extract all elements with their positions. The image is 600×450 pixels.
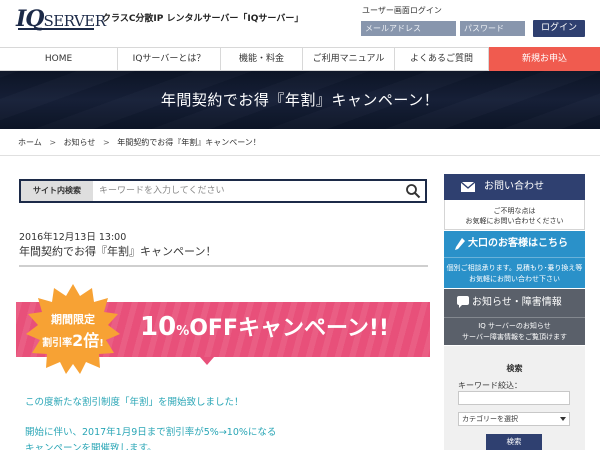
nav-signup-button[interactable]: 新規お申込 — [489, 47, 600, 71]
sidebar-search-button[interactable]: 検索 — [486, 434, 542, 450]
sidebar-large-client-line: お気軽にお問い合わせ下さい — [469, 275, 560, 283]
sidebar-news-body: IQ サーバーのお知らせ サーバー障害情報をご覧頂けます — [444, 317, 585, 345]
campaign-headline: 10%OFFキャンペーン!! — [140, 310, 389, 342]
post-title-underline — [19, 265, 428, 267]
speech-bubble-icon — [457, 296, 469, 308]
chevron-right-icon: > — [49, 138, 57, 147]
post-date: 2016年12月13日 13:00 — [19, 232, 127, 243]
nav-item-home[interactable]: HOME — [0, 48, 118, 70]
breadcrumb-home[interactable]: ホーム — [18, 138, 42, 147]
site-search-input[interactable]: キーワードを入力してください — [99, 181, 399, 201]
sidebar-news-header[interactable]: お知らせ・障害情報 — [444, 289, 585, 317]
site-search: サイト内検索 キーワードを入力してください — [19, 179, 427, 203]
sidebar-large-client-title: 大口のお客様はこちら — [468, 238, 568, 249]
sidebar-large-client-body: 個別ご相談承ります。見積もり･乗り換え等 お気軽にお問い合わせ下さい — [444, 257, 585, 288]
password-field[interactable]: パスワード — [460, 21, 525, 36]
caret-down-icon — [560, 417, 566, 421]
campaign-text: OFFキャンペーン!! — [189, 316, 389, 341]
badge-limited-text: 期間限定 — [51, 313, 95, 326]
badge-rate-prefix: 割引率 — [42, 338, 73, 349]
breadcrumb-news[interactable]: お知らせ — [64, 138, 96, 147]
breadcrumb-divider — [0, 155, 600, 156]
global-nav: HOME IQサーバーとは？ 機能・料金 ご利用マニュアル よくあるご質問 新規… — [0, 47, 600, 71]
post-title: 年間契約でお得『年割』キャンペーン！ — [19, 245, 217, 258]
campaign-percent: 10 — [140, 312, 177, 342]
sidebar-category-select[interactable]: カテゴリーを選択 — [458, 412, 570, 426]
post-body-line: 開始に伴い、2017年1月9日まで割引率が5%→10%になる — [25, 427, 277, 438]
site-tagline: クラスC分散IP レンタルサーバー「IQサーバー」 — [102, 14, 304, 24]
post-body-line: キャンペーンを開催致します。 — [25, 443, 157, 450]
badge-rate-suffix: ! — [99, 338, 104, 349]
sidebar-news-title: お知らせ・障害情報 — [472, 297, 562, 308]
login-button[interactable]: ログイン — [533, 20, 585, 37]
sidebar-news-line: IQ サーバーのお知らせ — [478, 322, 551, 330]
sidebar-large-client-line: 個別ご相談承ります。見積もり･乗り換え等 — [446, 264, 583, 272]
logo-underline — [18, 28, 94, 30]
badge-double-text: 割引率2倍! — [22, 327, 124, 351]
sidebar-search-title: 検索 — [506, 364, 523, 373]
search-icon[interactable] — [405, 183, 421, 199]
post-body-line: この度新たな割引制度「年割」を開始致しました！ — [25, 397, 244, 408]
site-search-label: サイト内検索 — [21, 181, 93, 201]
badge-rate-big: 2倍 — [72, 331, 100, 350]
sidebar-category-value: カテゴリーを選択 — [462, 415, 518, 423]
chevron-right-icon: > — [102, 138, 110, 147]
sidebar-contact-title: お問い合わせ — [484, 181, 544, 192]
nav-item-faq[interactable]: よくあるご質問 — [395, 48, 489, 70]
nav-item-pricing[interactable]: 機能・料金 — [221, 48, 303, 70]
pencil-icon — [455, 238, 465, 250]
sidebar-large-client-header[interactable]: 大口のお客様はこちら — [444, 231, 585, 257]
sidebar-keyword-label: キーワード絞込： — [458, 381, 522, 390]
sidebar-keyword-input[interactable] — [458, 391, 570, 405]
email-field[interactable]: メールアドレス — [361, 21, 456, 36]
sidebar-contact-line: お気軽にお問い合わせください — [465, 217, 564, 225]
mail-icon — [460, 181, 476, 192]
sidebar-contact-body: ご不明な点は お気軽にお問い合わせください — [444, 200, 585, 230]
campaign-pointer — [200, 357, 214, 365]
sidebar-contact-header[interactable]: お問い合わせ — [444, 174, 585, 200]
page-banner: 年間契約でお得『年割』キャンペーン！ — [0, 71, 600, 129]
breadcrumb-current: 年間契約でお得『年割』キャンペーン！ — [117, 138, 261, 147]
sidebar-news-line: サーバー障害情報をご覧頂けます — [462, 333, 567, 341]
breadcrumb: ホーム > お知らせ > 年間契約でお得『年割』キャンペーン！ — [18, 137, 261, 148]
nav-item-manual[interactable]: ご利用マニュアル — [303, 48, 395, 70]
campaign-percent-unit: % — [176, 324, 190, 339]
nav-item-about[interactable]: IQサーバーとは？ — [118, 48, 221, 70]
page-banner-title: 年間契約でお得『年割』キャンペーン！ — [160, 91, 440, 109]
site-header: IQSERVER クラスC分散IP レンタルサーバー「IQサーバー」 ユーザー画… — [0, 0, 600, 46]
login-title: ユーザー画面ログイン — [362, 6, 442, 15]
sidebar-contact-line: ご不明な点は — [493, 207, 536, 215]
